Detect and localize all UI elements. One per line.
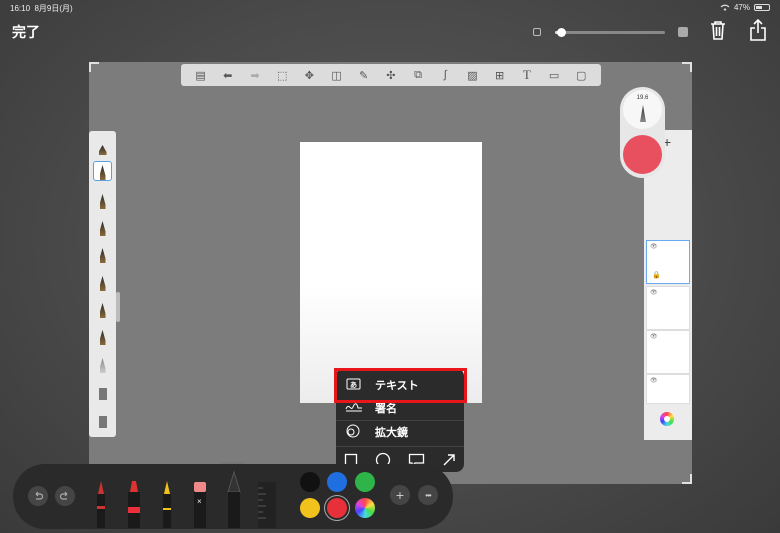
menu-item-label: 拡大鏡 [375, 427, 408, 439]
crop-corner[interactable] [682, 62, 692, 72]
add-pen-button[interactable]: + [390, 485, 410, 505]
redo-arrow-icon[interactable]: ➡ [248, 68, 262, 82]
pen-brush-8[interactable] [93, 353, 112, 373]
eraser-1[interactable] [93, 380, 112, 400]
eye-icon[interactable]: 👁 [650, 377, 658, 384]
pen-brush-2[interactable] [93, 189, 112, 209]
document-page[interactable] [300, 142, 482, 403]
more-button[interactable]: ••• [418, 485, 438, 505]
lock-icon[interactable]: 🔒 [652, 271, 661, 279]
pencil-tool-yellow[interactable] [159, 480, 175, 528]
status-date: 8月9日(月) [34, 4, 73, 13]
share-button[interactable] [746, 18, 770, 42]
redo-button[interactable] [55, 486, 75, 506]
fullscreen-icon[interactable]: ▢ [574, 68, 588, 82]
crop-corner[interactable] [89, 62, 99, 72]
grid-icon[interactable]: ⊞ [493, 68, 507, 82]
zoom-knob[interactable] [556, 28, 566, 37]
copy-icon[interactable]: ⧉ [411, 68, 425, 82]
eraser-tool[interactable]: × [191, 480, 209, 528]
battery-percent: 47% [733, 3, 750, 12]
current-color-button[interactable] [623, 135, 662, 174]
trash-button[interactable] [706, 18, 730, 42]
transform-icon[interactable]: ✣ [384, 68, 398, 82]
color-wheel-icon[interactable] [355, 498, 375, 518]
zoom-slider[interactable] [533, 26, 688, 40]
pen-brush-4[interactable] [93, 243, 112, 263]
layers-icon[interactable]: ◫ [330, 68, 344, 82]
select-icon[interactable]: ⬚ [275, 68, 289, 82]
crop-corner[interactable] [682, 474, 692, 484]
eraser-2[interactable] [93, 408, 112, 428]
layer-thumbnail[interactable]: 👁 [646, 330, 690, 374]
pen-dock: × + ••• [13, 464, 453, 529]
battery-icon [754, 4, 770, 11]
color-swatch-green[interactable] [355, 472, 375, 492]
highlight-box [334, 368, 467, 403]
pen-brush-5[interactable] [93, 271, 112, 291]
eye-icon[interactable]: 👁 [650, 243, 658, 250]
image-icon[interactable]: ▨ [465, 68, 479, 82]
text-tool-icon[interactable]: T [520, 67, 534, 82]
svg-text:×: × [197, 497, 202, 506]
brush-preview-icon [640, 105, 646, 122]
pen-brush-3[interactable] [93, 216, 112, 236]
curve-icon[interactable]: ∫ [438, 68, 452, 82]
add-layer-button[interactable]: + [663, 134, 693, 152]
undo-button[interactable] [28, 486, 48, 506]
lasso-tool[interactable] [225, 470, 243, 528]
eye-icon[interactable]: 👁 [650, 289, 658, 296]
color-swatch-blue[interactable] [327, 472, 347, 492]
marker-tool-red[interactable] [125, 480, 143, 528]
eye-icon[interactable]: 👁 [650, 333, 658, 340]
pencil-icon[interactable]: ✎ [357, 68, 371, 82]
layer-thumbnail[interactable]: 👁 [646, 374, 690, 404]
menu-item-magnifier[interactable]: 拡大鏡 [336, 420, 464, 444]
brush-settings-pill: 19.6 [620, 87, 665, 178]
menu-divider [336, 446, 464, 447]
zoom-track[interactable] [555, 28, 665, 37]
layer-panel: + 👁 🔒 👁 👁 👁 [644, 130, 692, 440]
undo-icon [35, 491, 43, 500]
status-indicators: 47% [720, 3, 770, 12]
done-button[interactable]: 完了 [12, 22, 40, 42]
video-icon[interactable]: ▭ [547, 68, 561, 82]
color-swatch-red[interactable] [327, 498, 347, 518]
color-swatch-black[interactable] [300, 472, 320, 492]
pen-brush-1[interactable] [93, 161, 112, 181]
zoom-out-icon [533, 28, 541, 36]
layer-thumbnail[interactable]: 👁 [646, 286, 690, 330]
color-picker-icon[interactable] [660, 412, 674, 426]
color-swatch-yellow[interactable] [300, 498, 320, 518]
pen-palette [89, 131, 116, 437]
pen-brush-7[interactable] [93, 325, 112, 345]
top-toolstrip: ▤ ⬅ ➡ ⬚ ✥ ◫ ✎ ✣ ⧉ ∫ ▨ ⊞ T ▭ ▢ [181, 64, 601, 86]
sidebar-icon[interactable]: ▤ [194, 68, 208, 82]
share-icon [750, 19, 766, 41]
layer-thumbnail[interactable]: 👁 🔒 [646, 240, 690, 284]
arrow-icon[interactable] [442, 453, 456, 467]
brush-size-value: 19.6 [636, 95, 649, 101]
pen-brush-6[interactable] [93, 298, 112, 318]
magnifier-icon [345, 424, 361, 441]
status-time: 16:10 8月9日(月) [10, 4, 73, 13]
pen-tool-red[interactable] [93, 480, 109, 528]
move-icon[interactable]: ✥ [302, 68, 316, 82]
palette-settings-icon[interactable] [93, 135, 112, 155]
wifi-icon [720, 4, 730, 11]
ruler-tool[interactable] [257, 480, 277, 528]
trash-icon [711, 21, 725, 40]
redo-icon [60, 491, 68, 500]
palette-handle[interactable] [116, 292, 120, 322]
brush-size-button[interactable]: 19.6 [623, 90, 662, 129]
zoom-in-icon [678, 27, 688, 37]
undo-arrow-icon[interactable]: ⬅ [221, 68, 235, 82]
